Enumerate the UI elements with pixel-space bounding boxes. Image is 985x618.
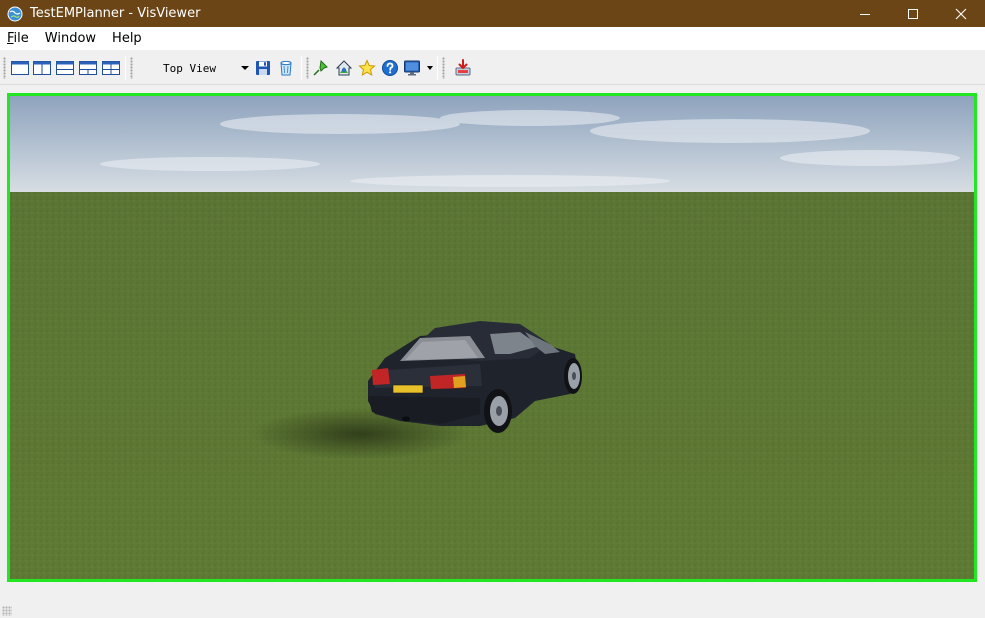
maximize-icon: [908, 8, 918, 19]
home-view-button[interactable]: [334, 58, 354, 78]
maximize-button[interactable]: [889, 0, 937, 27]
layout-single-icon: [11, 61, 29, 75]
toolbar-grip[interactable]: [130, 57, 133, 79]
window-controls: [841, 0, 985, 27]
display-button[interactable]: [402, 58, 422, 78]
layout-two-vertical-button[interactable]: [32, 58, 52, 78]
favorite-button[interactable]: [357, 58, 377, 78]
layout-three-icon: [79, 61, 97, 75]
toolbar-grip[interactable]: [306, 57, 309, 79]
layout-two-horizontal-icon: [56, 61, 74, 75]
toolbar: Top View: [0, 50, 985, 85]
home-view-icon: [335, 60, 353, 76]
clear-icon: [280, 60, 292, 76]
globe-icon: [7, 6, 23, 21]
resize-grip[interactable]: [2, 606, 12, 616]
layout-two-vertical-icon: [33, 61, 51, 75]
download-button[interactable]: [453, 58, 473, 78]
chevron-down-icon[interactable]: [427, 66, 433, 70]
window-title: TestEMPlanner - VisViewer: [30, 6, 201, 21]
wheel: [564, 358, 582, 394]
download-icon: [455, 59, 471, 76]
monitor-icon: [404, 60, 420, 76]
view-select[interactable]: Top View: [141, 58, 251, 78]
layout-two-horizontal-button[interactable]: [55, 58, 75, 78]
toolbar-grip[interactable]: [3, 57, 6, 79]
3d-viewport[interactable]: [7, 93, 977, 582]
minimize-button[interactable]: [841, 0, 889, 27]
toolbar-separator: [437, 56, 438, 80]
toolbar-separator: [125, 56, 126, 80]
star-icon: [358, 59, 376, 77]
app-window: TestEMPlanner - VisViewer File Window He…: [0, 0, 985, 618]
clear-button[interactable]: [276, 58, 296, 78]
close-button[interactable]: [937, 0, 985, 27]
help-icon: [382, 60, 398, 76]
wheel: [484, 389, 512, 433]
help-button[interactable]: [380, 58, 400, 78]
menu-window[interactable]: Window: [37, 27, 104, 50]
layout-four-button[interactable]: [101, 58, 121, 78]
chevron-down-icon: [241, 66, 249, 70]
menu-file[interactable]: File: [0, 27, 37, 50]
toolbar-separator: [301, 56, 302, 80]
license-plate: [392, 384, 424, 394]
scene-render: [10, 96, 974, 579]
layout-single-button[interactable]: [10, 58, 30, 78]
title-bar[interactable]: TestEMPlanner - VisViewer: [0, 0, 985, 27]
minimize-icon: [860, 13, 870, 15]
toolbar-grip[interactable]: [442, 57, 445, 79]
pin-icon: [313, 59, 328, 76]
view-select-value: Top View: [163, 61, 216, 75]
pin-button[interactable]: [311, 58, 331, 78]
layout-three-button[interactable]: [78, 58, 98, 78]
layout-four-icon: [102, 61, 120, 75]
menu-file-label: ile: [13, 31, 29, 46]
save-icon: [256, 61, 270, 75]
close-icon: [955, 8, 967, 19]
menu-help[interactable]: Help: [104, 27, 150, 50]
menu-bar: File Window Help: [0, 27, 985, 50]
save-button[interactable]: [253, 58, 273, 78]
